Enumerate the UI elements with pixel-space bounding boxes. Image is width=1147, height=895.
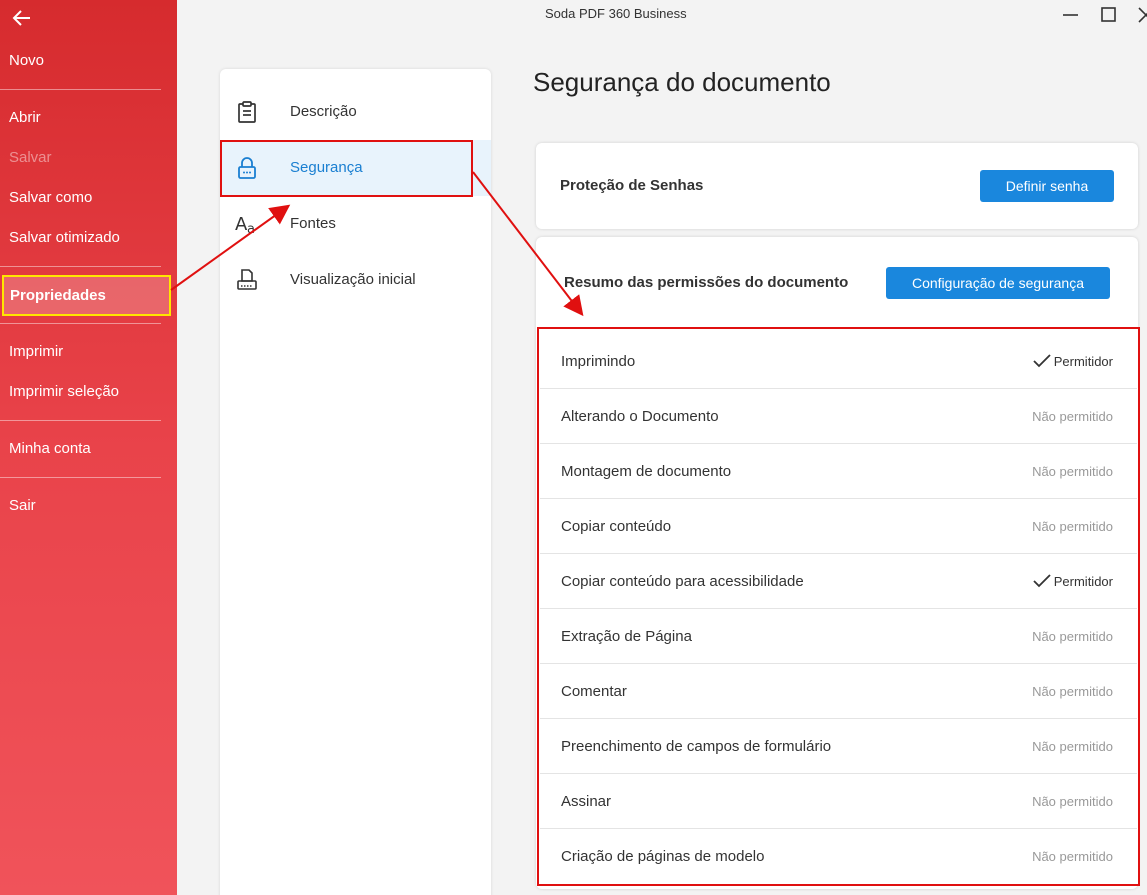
title-bar: Soda PDF 360 Business <box>177 0 1147 30</box>
menu-divider <box>0 89 161 90</box>
menu-divider <box>0 420 161 421</box>
nav-item-descricao[interactable]: Descrição <box>220 84 491 140</box>
nav-item-label: Fontes <box>290 215 336 232</box>
clipboard-icon <box>238 101 256 123</box>
printer-page-icon <box>237 269 257 290</box>
file-menu-sidebar: Novo Abrir Salvar Salvar como Salvar oti… <box>0 0 177 895</box>
minimize-icon[interactable] <box>1060 4 1082 26</box>
menu-item-imprimir-selecao[interactable]: Imprimir seleção <box>9 383 119 400</box>
svg-text:a: a <box>247 222 255 236</box>
font-aa-icon: A a <box>235 214 255 236</box>
page-title: Segurança do documento <box>533 67 831 97</box>
set-password-button[interactable]: Definir senha <box>980 170 1114 202</box>
menu-item-salvar-otimizado[interactable]: Salvar otimizado <box>9 229 120 246</box>
app-title: Soda PDF 360 Business <box>545 6 687 21</box>
nav-item-fontes[interactable]: A a Fontes <box>220 196 491 252</box>
menu-item-propriedades-label: Propriedades <box>10 287 106 304</box>
menu-item-minha-conta[interactable]: Minha conta <box>9 440 91 457</box>
nav-item-label: Visualização inicial <box>290 271 416 288</box>
menu-divider <box>0 477 161 478</box>
menu-divider <box>0 266 161 267</box>
close-icon[interactable] <box>1135 4 1147 26</box>
back-arrow-icon[interactable] <box>10 6 34 30</box>
menu-item-propriedades[interactable]: Propriedades <box>2 275 171 316</box>
permissions-summary-label: Resumo das permissões do documento <box>564 274 849 291</box>
menu-item-sair[interactable]: Sair <box>9 497 36 514</box>
annotation-highlight-permissions <box>537 327 1140 886</box>
menu-item-salvar-como[interactable]: Salvar como <box>9 189 92 206</box>
nav-item-visualizacao-inicial[interactable]: Visualização inicial <box>220 252 491 308</box>
annotation-highlight-nav <box>220 140 473 197</box>
nav-item-label: Descrição <box>290 103 357 120</box>
maximize-icon[interactable] <box>1098 4 1120 26</box>
menu-item-salvar: Salvar <box>9 149 52 166</box>
menu-item-novo[interactable]: Novo <box>9 52 44 69</box>
menu-item-abrir[interactable]: Abrir <box>9 109 41 126</box>
security-settings-button[interactable]: Configuração de segurança <box>886 267 1110 299</box>
menu-item-imprimir[interactable]: Imprimir <box>9 343 63 360</box>
menu-divider <box>0 323 161 324</box>
password-protection-label: Proteção de Senhas <box>560 177 704 194</box>
password-protection-card: Proteção de Senhas Definir senha <box>536 143 1138 229</box>
